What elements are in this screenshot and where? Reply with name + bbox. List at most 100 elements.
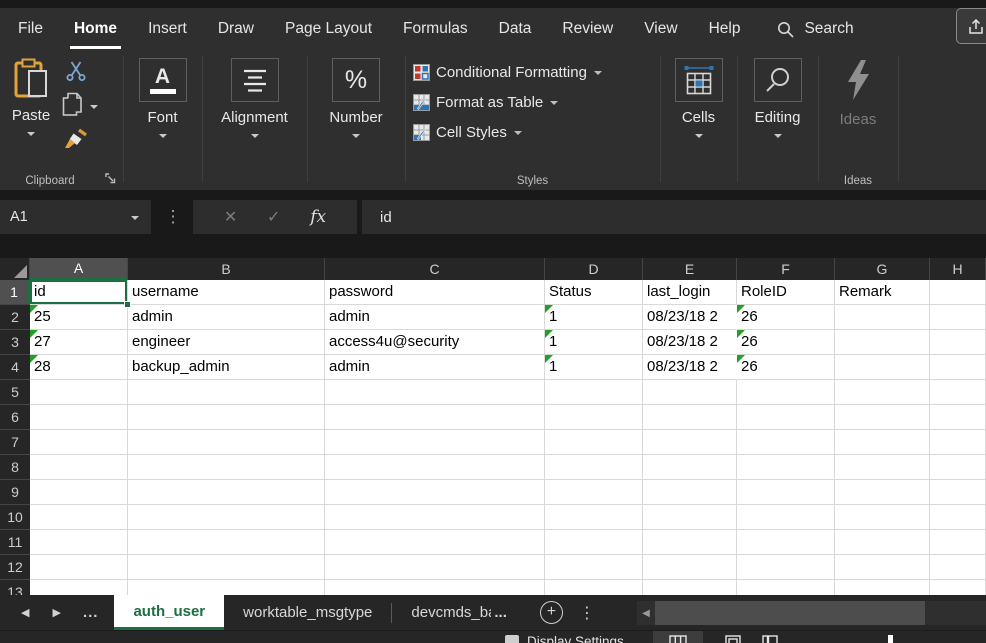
cell-F6[interactable] [737, 405, 835, 430]
cell-F9[interactable] [737, 480, 835, 505]
column-header-E[interactable]: E [643, 258, 737, 280]
cell-A11[interactable] [30, 530, 128, 555]
menu-item-formulas[interactable]: Formulas [401, 16, 470, 42]
column-header-B[interactable]: B [128, 258, 325, 280]
row-header-12[interactable]: 12 [0, 555, 30, 580]
share-button[interactable] [956, 8, 986, 44]
cell-F1[interactable]: RoleID [737, 280, 835, 305]
sheet-tab-auth-user[interactable]: auth_user [114, 595, 224, 630]
formula-input[interactable]: id [362, 200, 986, 234]
next-sheet-icon[interactable]: ▶ [52, 606, 60, 619]
name-box[interactable]: A1 [0, 200, 151, 234]
cell-G3[interactable] [835, 330, 930, 355]
paste-button[interactable]: Paste [4, 50, 58, 136]
cell-G7[interactable] [835, 430, 930, 455]
zoom-slider-handle[interactable] [888, 635, 893, 643]
cell-C7[interactable] [325, 430, 545, 455]
row-header-13[interactable]: 13 [0, 580, 30, 595]
cell-G6[interactable] [835, 405, 930, 430]
font-dropdown-caret[interactable] [159, 134, 167, 138]
cell-F11[interactable] [737, 530, 835, 555]
row-header-1[interactable]: 1 [0, 280, 30, 305]
cut-button[interactable] [60, 58, 92, 84]
cell-D10[interactable] [545, 505, 643, 530]
cell-D13[interactable] [545, 580, 643, 595]
cell-A12[interactable] [30, 555, 128, 580]
cancel-icon[interactable]: ✕ [224, 207, 237, 227]
add-sheet-button[interactable]: + [540, 601, 563, 624]
row-header-2[interactable]: 2 [0, 305, 30, 330]
cell-G5[interactable] [835, 380, 930, 405]
cell-D2[interactable]: 1 [545, 305, 643, 330]
row-header-3[interactable]: 3 [0, 330, 30, 355]
cell-D4[interactable]: 1 [545, 355, 643, 380]
cell-C6[interactable] [325, 405, 545, 430]
alignment-dropdown-caret[interactable] [251, 134, 259, 138]
cell-H7[interactable] [930, 430, 986, 455]
cell-E3[interactable]: 08/23/18 2 [643, 330, 737, 355]
column-header-G[interactable]: G [835, 258, 930, 280]
copy-button[interactable] [56, 90, 104, 120]
cell-B7[interactable] [128, 430, 325, 455]
cell-D9[interactable] [545, 480, 643, 505]
cell-H11[interactable] [930, 530, 986, 555]
cell-B5[interactable] [128, 380, 325, 405]
cell-E10[interactable] [643, 505, 737, 530]
cell-C2[interactable]: admin [325, 305, 545, 330]
ideas-button[interactable]: Ideas [818, 58, 898, 128]
menu-item-view[interactable]: View [642, 16, 679, 42]
enter-icon[interactable]: ✓ [267, 207, 280, 227]
cell-H13[interactable] [930, 580, 986, 595]
cell-A8[interactable] [30, 455, 128, 480]
menu-item-page-layout[interactable]: Page Layout [283, 16, 374, 42]
column-header-D[interactable]: D [545, 258, 643, 280]
cell-B1[interactable]: username [128, 280, 325, 305]
cell-E2[interactable]: 08/23/18 2 [643, 305, 737, 330]
cell-A2[interactable]: 25 [30, 305, 128, 330]
cell-E5[interactable] [643, 380, 737, 405]
cell-F8[interactable] [737, 455, 835, 480]
cell-H4[interactable] [930, 355, 986, 380]
cell-G13[interactable] [835, 580, 930, 595]
cell-A4[interactable]: 28 [30, 355, 128, 380]
row-header-6[interactable]: 6 [0, 405, 30, 430]
normal-view-button[interactable] [653, 631, 703, 643]
cell-C9[interactable] [325, 480, 545, 505]
menu-item-file[interactable]: File [16, 16, 45, 42]
menu-item-data[interactable]: Data [497, 16, 534, 42]
cell-G8[interactable] [835, 455, 930, 480]
cell-B13[interactable] [128, 580, 325, 595]
cell-C8[interactable] [325, 455, 545, 480]
cell-B3[interactable]: engineer [128, 330, 325, 355]
cell-B4[interactable]: backup_admin [128, 355, 325, 380]
cell-E9[interactable] [643, 480, 737, 505]
cell-A3[interactable]: 27 [30, 330, 128, 355]
formula-bar-handle[interactable]: ⋮ [163, 200, 183, 234]
cell-D8[interactable] [545, 455, 643, 480]
format-as-table-button[interactable]: Format as Table [405, 87, 660, 117]
cell-E4[interactable]: 08/23/18 2 [643, 355, 737, 380]
cell-H12[interactable] [930, 555, 986, 580]
cell-H5[interactable] [930, 380, 986, 405]
cells-dropdown-caret[interactable] [695, 134, 703, 138]
paste-dropdown-caret[interactable] [27, 132, 35, 136]
cell-D7[interactable] [545, 430, 643, 455]
cell-H2[interactable] [930, 305, 986, 330]
row-header-11[interactable]: 11 [0, 530, 30, 555]
menu-item-insert[interactable]: Insert [146, 16, 189, 42]
cell-G10[interactable] [835, 505, 930, 530]
cell-A5[interactable] [30, 380, 128, 405]
horizontal-scrollbar[interactable]: ◀ [637, 601, 986, 625]
column-header-A[interactable]: A [30, 258, 128, 280]
select-all-corner[interactable] [0, 258, 30, 280]
fill-handle[interactable] [124, 301, 131, 308]
font-group-button[interactable]: A Font [123, 50, 202, 138]
name-box-caret[interactable] [131, 216, 139, 220]
sheet-nav-overflow-dots[interactable]: ... [83, 604, 99, 621]
page-break-view-button[interactable] [755, 631, 785, 643]
cell-F12[interactable] [737, 555, 835, 580]
cell-B9[interactable] [128, 480, 325, 505]
cell-A7[interactable] [30, 430, 128, 455]
cell-F2[interactable]: 26 [737, 305, 835, 330]
number-dropdown-caret[interactable] [352, 134, 360, 138]
